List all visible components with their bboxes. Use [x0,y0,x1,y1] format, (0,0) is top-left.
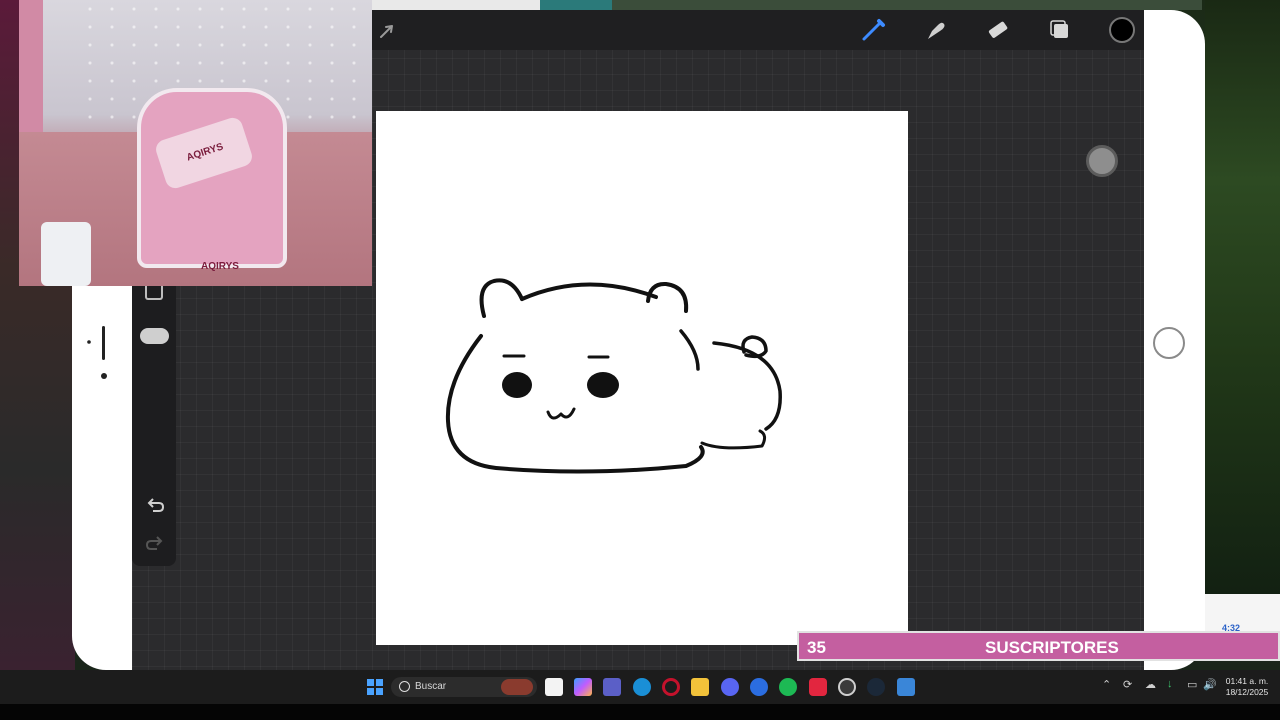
clock-time: 01:41 a. m. [1225,676,1269,686]
smudge-tool-icon[interactable] [921,16,949,44]
eraser-tool-icon[interactable] [983,16,1011,44]
search-placeholder: Buscar [415,681,447,692]
tray-download-icon[interactable]: ↓ [1167,678,1173,690]
notification-popup: 4:32 [1205,594,1280,634]
edge-icon[interactable] [633,678,651,696]
chair-brand-bottom: AQIRYS [201,261,239,272]
windows-start-icon[interactable] [367,679,383,695]
undo-icon[interactable] [144,497,166,515]
redo-icon[interactable] [144,535,166,553]
taskbar-search[interactable]: Buscar [391,677,537,697]
procreate-sidebar [132,280,176,566]
humidifier [41,222,91,286]
media-icon[interactable] [750,678,768,696]
transform-arrow-icon[interactable] [378,22,396,40]
gaming-chair [137,88,287,268]
subscriber-goal-bar: 35 SUSCRIPTORES [797,631,1280,661]
teams-icon[interactable] [603,678,621,696]
photos-icon[interactable] [897,678,915,696]
brush-tool-icon[interactable] [859,16,887,44]
brush-size-markers [87,326,107,379]
background-right-panel [1205,0,1280,600]
subscriber-label: SUSCRIPTORES [985,638,1119,657]
tray-sync-icon[interactable]: ⟳ [1123,678,1132,691]
search-highlight-image [501,679,533,695]
top-window-strip [372,0,1202,10]
webcam-overlay: AQIRYS AQIRYS [19,0,372,286]
tray-volume-icon[interactable]: 🔊 [1203,678,1217,691]
hamster-sketch [445,278,782,474]
tablet-home-button[interactable] [1153,327,1185,359]
clock-date: 18/12/2025 [1225,687,1269,697]
procreate-top-toolbar [372,10,1144,50]
opacity-slider-handle[interactable] [140,328,169,344]
folder-icon[interactable] [691,678,709,696]
tray-cloud-icon[interactable]: ☁ [1145,678,1156,691]
tray-chevron-icon[interactable]: ⌃ [1102,678,1111,691]
search-icon [399,681,410,692]
opera-icon[interactable] [662,678,680,696]
spotify-icon[interactable] [779,678,797,696]
tray-display-icon[interactable]: ▭ [1187,678,1197,691]
opera-gx-icon[interactable] [809,678,827,696]
obs-icon[interactable] [838,678,856,696]
discord-icon[interactable] [721,678,739,696]
screen-bottom-border [0,704,1280,720]
subscriber-count: 35 [807,638,826,657]
quickmenu-handle[interactable] [1086,145,1118,177]
store-icon[interactable] [545,678,563,696]
steam-icon[interactable] [867,678,885,696]
taskbar-clock[interactable]: 01:41 a. m. 18/12/2025 [1222,676,1272,698]
color-picker-swatch[interactable] [1109,17,1135,43]
drawing-canvas[interactable] [376,111,908,645]
layers-tool-icon[interactable] [1046,16,1074,44]
copilot-icon[interactable] [574,678,592,696]
